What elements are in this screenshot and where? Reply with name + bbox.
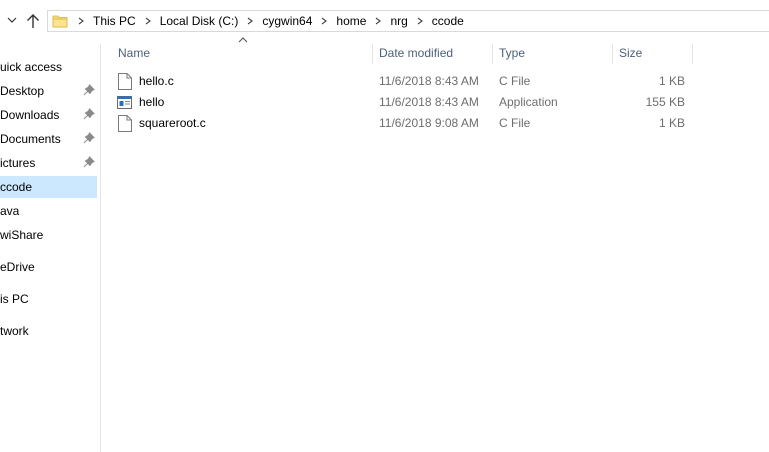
sidebar-item-quick-access[interactable]: uick access: [0, 56, 97, 78]
file-row-hello[interactable]: hello 11/6/2018 8:43 AM Application 155 …: [111, 92, 695, 113]
breadcrumb-separator-icon[interactable]: [139, 11, 157, 31]
sidebar-item-label: ava: [0, 204, 20, 218]
file-size: 155 KB: [645, 95, 685, 109]
file-type: C File: [499, 74, 531, 88]
file-name: hello.c: [139, 74, 174, 88]
recent-locations-chevron-icon[interactable]: [6, 14, 18, 26]
column-header-type[interactable]: Type: [499, 44, 525, 62]
breadcrumb-this-pc[interactable]: This PC: [90, 14, 139, 28]
pin-icon: [83, 156, 95, 168]
sidebar-item-this-pc[interactable]: is PC: [0, 288, 97, 310]
sidebar-item-label: Documents: [0, 132, 61, 146]
sidebar-item-label: Desktop: [0, 84, 45, 98]
up-arrow-icon[interactable]: [25, 12, 41, 30]
navigation-pane: uick access Desktop Downloads Documents …: [0, 44, 101, 452]
column-divider[interactable]: [372, 44, 373, 64]
folder-icon: [52, 15, 68, 28]
pin-icon: [83, 132, 95, 144]
breadcrumb-separator-icon[interactable]: [369, 11, 387, 31]
column-header-name[interactable]: Name: [118, 44, 150, 62]
breadcrumb-ccode[interactable]: ccode: [429, 14, 467, 28]
breadcrumb-separator-icon[interactable]: [72, 11, 90, 31]
sidebar-item-label: ictures: [0, 156, 36, 170]
sidebar-item-downloads[interactable]: Downloads: [0, 104, 97, 126]
sidebar-item-label: Downloads: [0, 108, 60, 122]
sidebar-item-vwishare[interactable]: wiShare: [0, 224, 97, 246]
breadcrumb: This PC Local Disk (C:) cygwin64 home nr…: [72, 11, 467, 31]
sidebar-item-label: wiShare: [0, 228, 44, 242]
column-divider[interactable]: [492, 44, 493, 64]
sidebar-item-network[interactable]: twork: [0, 320, 97, 342]
column-header-date-modified[interactable]: Date modified: [379, 44, 453, 62]
document-icon: [118, 115, 132, 132]
column-divider[interactable]: [692, 44, 693, 64]
sidebar-item-label: twork: [0, 324, 29, 338]
column-header-size[interactable]: Size: [619, 44, 642, 62]
file-list: Name Date modified Type Size hello.c 11/…: [101, 37, 769, 452]
file-date-modified: 11/6/2018 9:08 AM: [379, 116, 479, 130]
file-type: Application: [499, 95, 558, 109]
sidebar-item-desktop[interactable]: Desktop: [0, 80, 97, 102]
column-divider[interactable]: [612, 44, 613, 64]
file-name: hello: [139, 95, 165, 109]
file-name: squareroot.c: [139, 116, 206, 130]
breadcrumb-home[interactable]: home: [333, 14, 369, 28]
file-row-squareroot-c[interactable]: squareroot.c 11/6/2018 9:08 AM C File 1 …: [111, 113, 695, 134]
file-date-modified: 11/6/2018 8:43 AM: [379, 74, 479, 88]
file-type: C File: [499, 116, 531, 130]
breadcrumb-local-disk[interactable]: Local Disk (C:): [157, 14, 242, 28]
sidebar-item-ccode[interactable]: ccode: [0, 176, 97, 198]
document-icon: [118, 73, 132, 90]
pin-icon: [83, 108, 95, 120]
sidebar-item-documents[interactable]: Documents: [0, 128, 97, 150]
sidebar-item-label: uick access: [0, 60, 63, 74]
application-icon: [117, 96, 132, 109]
breadcrumb-separator-icon[interactable]: [411, 11, 429, 31]
sidebar-item-pictures[interactable]: ictures: [0, 152, 97, 174]
breadcrumb-cygwin64[interactable]: cygwin64: [259, 14, 315, 28]
sidebar-item-onedrive[interactable]: eDrive: [0, 256, 97, 278]
file-row-hello-c[interactable]: hello.c 11/6/2018 8:43 AM C File 1 KB: [111, 71, 695, 92]
sort-ascending-icon: [238, 37, 248, 43]
address-bar-row: This PC Local Disk (C:) cygwin64 home nr…: [0, 0, 769, 44]
file-size: 1 KB: [658, 74, 685, 88]
sidebar-item-label: ccode: [0, 180, 33, 194]
sidebar-item-label: eDrive: [0, 260, 35, 274]
file-date-modified: 11/6/2018 8:43 AM: [379, 95, 479, 109]
sidebar-item-java[interactable]: ava: [0, 200, 97, 222]
breadcrumb-nrg[interactable]: nrg: [387, 14, 410, 28]
pin-icon: [83, 84, 95, 96]
breadcrumb-separator-icon[interactable]: [241, 11, 259, 31]
file-size: 1 KB: [658, 116, 685, 130]
address-bar[interactable]: This PC Local Disk (C:) cygwin64 home nr…: [47, 10, 769, 32]
breadcrumb-separator-icon[interactable]: [315, 11, 333, 31]
sidebar-item-label: is PC: [0, 292, 29, 306]
